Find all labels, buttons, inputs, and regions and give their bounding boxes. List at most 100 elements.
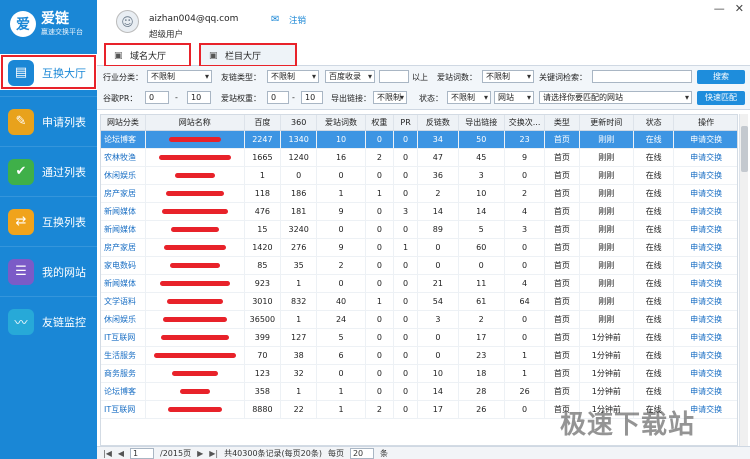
apply-exchange-link[interactable]: 申请交换 xyxy=(673,274,737,293)
column-header[interactable]: 爱站词数 xyxy=(316,115,366,131)
table-row[interactable]: 论坛博客 358 1 1 0 0 14 28 26 首页 1分钟前 在线 申请交换 xyxy=(101,382,737,401)
sidebar-item-approved-list[interactable]: ✔ 通过列表 xyxy=(0,146,97,196)
category-link[interactable]: 休闲娱乐 xyxy=(101,310,146,329)
column-header[interactable]: 交换次... xyxy=(504,115,546,131)
sidebar-item-monitor[interactable]: 〰 友链监控 xyxy=(0,296,97,346)
outlink-select[interactable]: 不限制 xyxy=(373,91,407,104)
sidebar-item-apply-list[interactable]: ✎ 申请列表 xyxy=(0,96,97,146)
apply-exchange-link[interactable]: 申请交换 xyxy=(673,310,737,329)
category-link[interactable]: 新闻媒体 xyxy=(101,274,146,293)
table-cell: 1 xyxy=(244,166,282,185)
apply-exchange-link[interactable]: 申请交换 xyxy=(673,364,737,383)
category-link[interactable]: 商务服务 xyxy=(101,364,146,383)
weight-to-input[interactable]: 10 xyxy=(301,91,323,104)
apply-exchange-link[interactable]: 申请交换 xyxy=(673,238,737,257)
link-type-select[interactable]: 不限制 xyxy=(267,70,319,83)
per-page-select[interactable]: 20 xyxy=(349,447,374,459)
column-header[interactable]: 更新时间 xyxy=(579,115,635,131)
apply-exchange-link[interactable]: 申请交换 xyxy=(673,328,737,347)
table-row[interactable]: 房产家居 1420 276 9 0 1 0 60 0 首页 刚刚 在线 申请交换 xyxy=(101,238,737,257)
industry-select[interactable]: 不限制 xyxy=(147,70,212,83)
table-row[interactable]: 休闲娱乐 1 0 0 0 0 36 3 0 首页 刚刚 在线 申请交换 xyxy=(101,166,737,185)
column-header[interactable]: 百度 xyxy=(244,115,282,131)
table-row[interactable]: 新闻媒体 923 1 0 0 0 21 11 4 首页 刚刚 在线 申请交换 xyxy=(101,274,737,293)
status-select[interactable]: 不限制 xyxy=(447,91,491,104)
category-link[interactable]: 新闻媒体 xyxy=(101,202,146,221)
redaction-mark xyxy=(159,280,230,286)
page-input[interactable]: 1 xyxy=(130,447,155,459)
logout-link[interactable]: 注销 xyxy=(289,14,306,26)
table-cell: 在线 xyxy=(633,202,675,221)
category-link[interactable]: IT互联网 xyxy=(101,328,146,347)
column-header[interactable]: 类型 xyxy=(544,115,580,131)
baidu-min-input[interactable] xyxy=(379,70,409,83)
sidebar-item-my-sites[interactable]: ☰ 我的网站 xyxy=(0,246,97,296)
column-header[interactable]: 操作 xyxy=(673,115,737,131)
prev-page-icon[interactable]: ◀ xyxy=(118,449,124,458)
weight-from-input[interactable]: 0 xyxy=(267,91,289,104)
quick-match-button[interactable]: 快速匹配 xyxy=(697,91,745,105)
pr-from-input[interactable]: 0 xyxy=(145,91,169,104)
column-header[interactable]: 网站分类 xyxy=(101,115,146,131)
site-match-select[interactable]: 请选择你要匹配的网站 xyxy=(539,91,692,104)
sidebar-item-hall[interactable]: ▤ 互换大厅 xyxy=(0,54,97,90)
scrollbar-thumb[interactable] xyxy=(741,126,748,172)
table-row[interactable]: 生活服务 70 38 6 0 0 0 23 1 首页 1分钟前 在线 申请交换 xyxy=(101,346,737,365)
search-button[interactable]: 搜索 xyxy=(697,70,745,84)
keyword-input[interactable] xyxy=(592,70,692,83)
column-header[interactable]: 状态 xyxy=(633,115,675,131)
pr-to-input[interactable]: 10 xyxy=(187,91,211,104)
apply-exchange-link[interactable]: 申请交换 xyxy=(673,184,737,203)
next-page-icon[interactable]: ▶ xyxy=(197,449,203,458)
column-header[interactable]: 360 xyxy=(280,115,318,131)
table-row[interactable]: 文学语料 3010 832 40 1 0 54 61 64 首页 刚刚 在线 申请交换 xyxy=(101,292,737,311)
table-row[interactable]: 农林牧渔 1665 1240 16 2 0 47 45 9 首页 刚刚 在线 申请交换 xyxy=(101,148,737,167)
table-row[interactable]: 商务服务 123 32 0 0 0 10 18 1 首页 1分钟前 在线 申请交换 xyxy=(101,364,737,383)
category-link[interactable]: 休闲娱乐 xyxy=(101,166,146,185)
column-header[interactable]: 网站名称 xyxy=(145,115,245,131)
aizhan-words-select[interactable]: 不限制 xyxy=(482,70,534,83)
category-link[interactable]: 文学语料 xyxy=(101,292,146,311)
apply-exchange-link[interactable]: 申请交换 xyxy=(673,202,737,221)
apply-exchange-link[interactable]: 申请交换 xyxy=(673,148,737,167)
table-row[interactable]: 家电数码 85 35 2 0 0 0 0 0 首页 刚刚 在线 申请交换 xyxy=(101,256,737,275)
minimize-icon[interactable]: — xyxy=(714,2,725,15)
table-cell: 0 xyxy=(393,400,419,419)
column-header[interactable]: PR xyxy=(393,115,419,131)
table-row[interactable]: 新闻媒体 476 181 9 0 3 14 14 4 首页 刚刚 在线 申请交换 xyxy=(101,202,737,221)
table-row[interactable]: 论坛博客 2247 1340 10 0 0 34 50 23 首页 刚刚 在线 申请交换 xyxy=(101,130,737,149)
tab-column-hall[interactable]: ▣ 栏目大厅 xyxy=(199,43,297,67)
close-icon[interactable]: ✕ xyxy=(735,2,744,15)
category-link[interactable]: 家电数码 xyxy=(101,256,146,275)
category-link[interactable]: IT互联网 xyxy=(101,400,146,419)
apply-exchange-link[interactable]: 申请交换 xyxy=(673,382,737,401)
category-link[interactable]: 房产家居 xyxy=(101,184,146,203)
tab-domain-hall[interactable]: ▣ 域名大厅 xyxy=(104,43,191,67)
column-header[interactable]: 权重 xyxy=(365,115,394,131)
category-link[interactable]: 论坛博客 xyxy=(101,382,146,401)
table-row[interactable]: 房产家居 118 186 1 1 0 2 10 2 首页 刚刚 在线 申请交换 xyxy=(101,184,737,203)
sidebar-item-exchange-list[interactable]: ⇄ 互换列表 xyxy=(0,196,97,246)
apply-exchange-link[interactable]: 申请交换 xyxy=(673,292,737,311)
last-page-icon[interactable]: ▶| xyxy=(209,449,218,458)
first-page-icon[interactable]: |◀ xyxy=(103,449,112,458)
category-link[interactable]: 新闻媒体 xyxy=(101,220,146,239)
category-link[interactable]: 农林牧渔 xyxy=(101,148,146,167)
apply-exchange-link[interactable]: 申请交换 xyxy=(673,256,737,275)
category-link[interactable]: 生活服务 xyxy=(101,346,146,365)
vertical-scrollbar[interactable] xyxy=(739,114,748,446)
table-row[interactable]: IT互联网 399 127 5 0 0 0 17 0 首页 1分钟前 在线 申请交换 xyxy=(101,328,737,347)
apply-exchange-link[interactable]: 申请交换 xyxy=(673,220,737,239)
apply-exchange-link[interactable]: 申请交换 xyxy=(673,166,737,185)
category-link[interactable]: 论坛博客 xyxy=(101,130,146,149)
table-row[interactable]: 休闲娱乐 36500 1 24 0 0 3 2 0 首页 刚刚 在线 申请交换 xyxy=(101,310,737,329)
table-row[interactable]: 新闻媒体 15 3240 0 0 0 89 5 3 首页 刚刚 在线 申请交换 xyxy=(101,220,737,239)
category-link[interactable]: 房产家居 xyxy=(101,238,146,257)
baidu-select[interactable]: 百度收录 xyxy=(325,70,375,83)
column-header[interactable]: 反链数 xyxy=(417,115,459,131)
column-header[interactable]: 导出链接 xyxy=(458,115,505,131)
mail-icon[interactable]: ✉ xyxy=(271,14,279,25)
site-select[interactable]: 网站 xyxy=(494,91,534,104)
apply-exchange-link[interactable]: 申请交换 xyxy=(673,346,737,365)
apply-exchange-link[interactable]: 申请交换 xyxy=(673,130,737,149)
